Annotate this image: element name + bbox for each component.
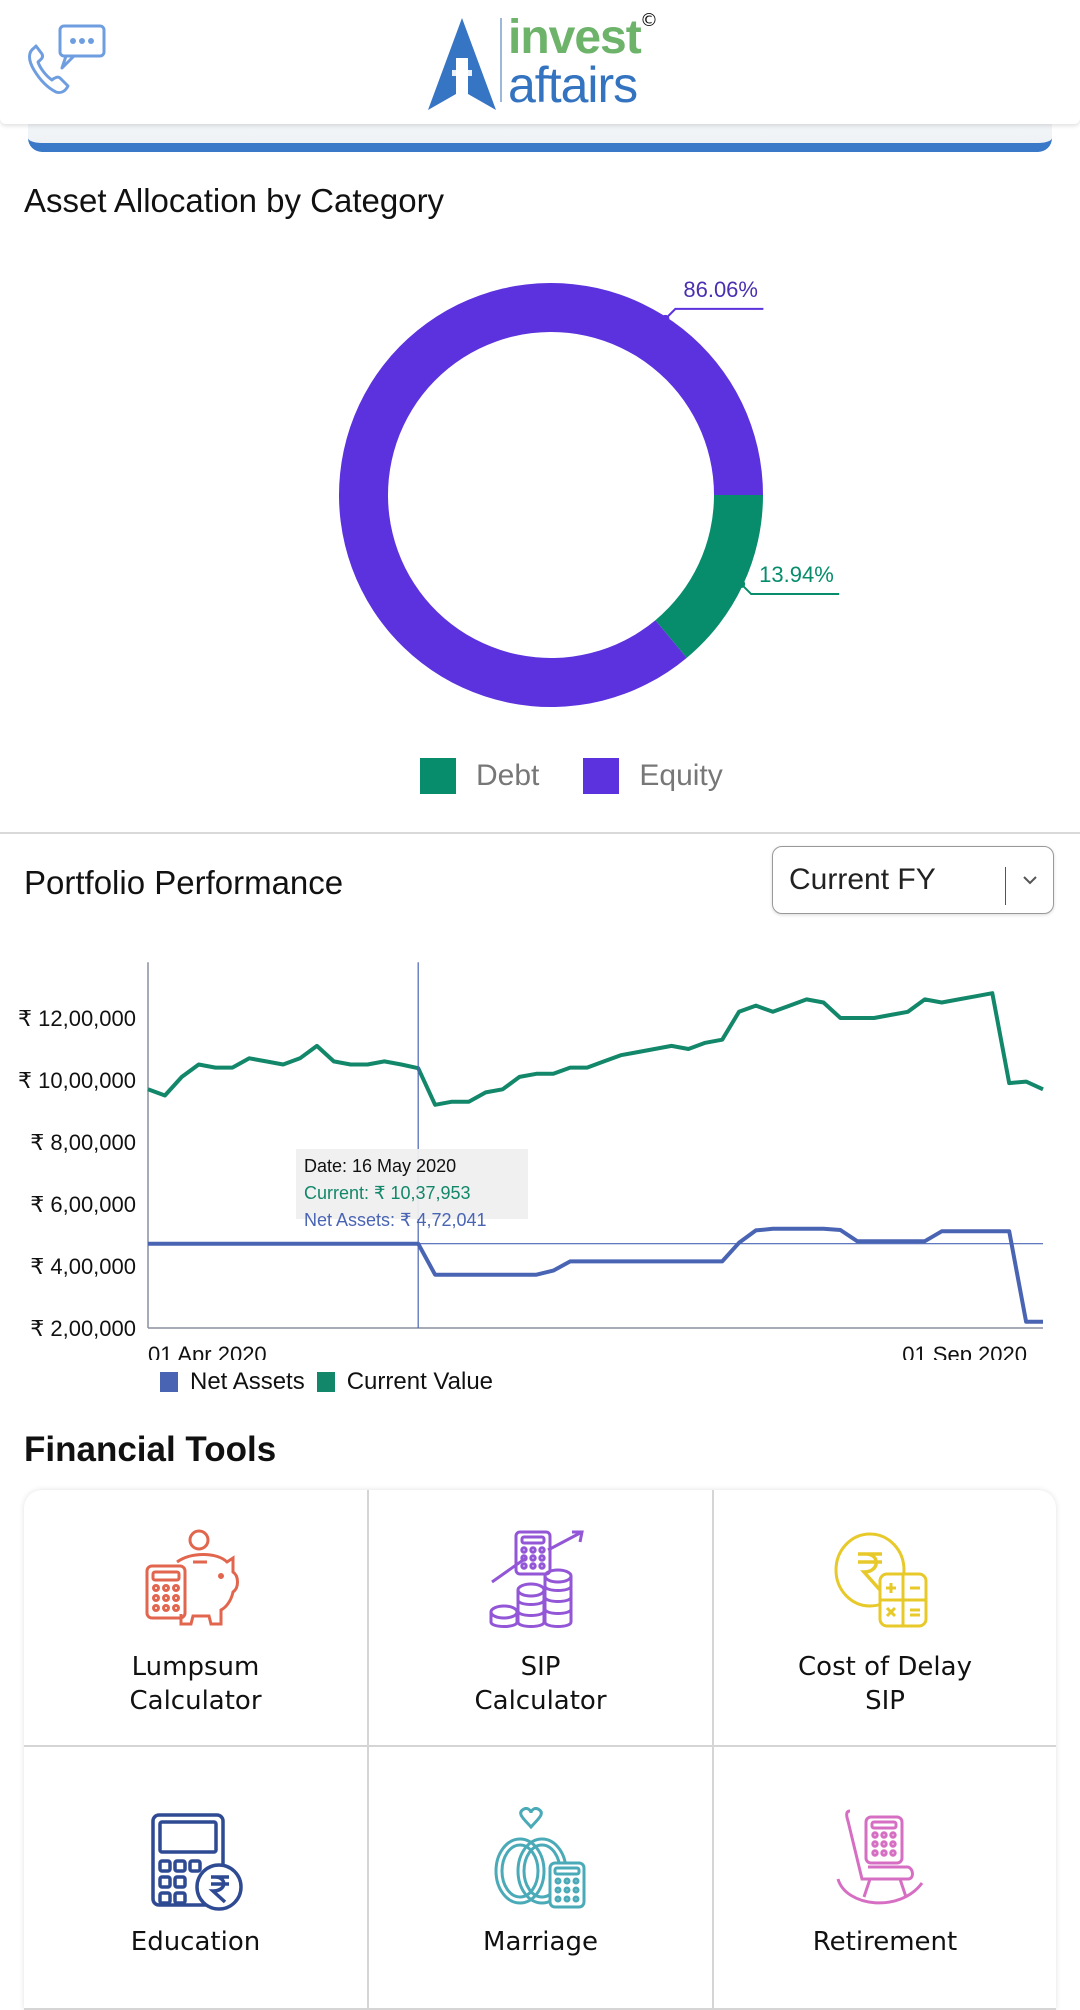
y-tick-label: ₹ 10,00,000 bbox=[18, 1068, 136, 1093]
logo-divider bbox=[500, 18, 502, 102]
period-select-value: Current FY bbox=[789, 863, 936, 897]
rocking-chair-calculator-icon bbox=[830, 1807, 940, 1917]
donut-data-label-equity: 86.06% bbox=[683, 277, 758, 302]
tool-education[interactable]: Education bbox=[24, 1747, 369, 2010]
period-select[interactable]: Current FY bbox=[772, 846, 1054, 914]
tool-label: Lumpsum Calculator bbox=[24, 1650, 367, 1718]
legend-item-net-assets[interactable]: Net Assets bbox=[160, 1368, 305, 1396]
logo-text-affairs: aftairs bbox=[508, 56, 637, 114]
rupee-coin-calculator-icon bbox=[830, 1528, 940, 1638]
tool-label: SIP Calculator bbox=[369, 1650, 712, 1718]
legend-item-equity[interactable]: Equity bbox=[583, 758, 722, 794]
tool-label: Retirement bbox=[714, 1925, 1056, 1959]
coins-growth-calculator-icon bbox=[486, 1528, 596, 1638]
chart-tooltip: Date: 16 May 2020 Current: ₹ 10,37,953 Net… bbox=[296, 1149, 528, 1230]
x-tick-label: 01 Sep 2020 bbox=[902, 1342, 1027, 1360]
contact-button[interactable] bbox=[26, 24, 106, 96]
tool-lumpsum-calculator[interactable]: Lumpsum Calculator bbox=[24, 1490, 369, 1747]
series-line-net-assets[interactable] bbox=[148, 1229, 1043, 1322]
piggy-bank-calculator-icon bbox=[141, 1528, 251, 1638]
tool-cost-of-delay-sip[interactable]: Cost of Delay SIP bbox=[714, 1490, 1056, 1747]
chevron-down-icon bbox=[1017, 867, 1043, 893]
tooltip-net-assets: Net Assets: ₹ 4,72,041 bbox=[304, 1210, 487, 1230]
legend-swatch-equity bbox=[583, 758, 619, 794]
brand-logo[interactable]: invest aftairs © bbox=[420, 10, 660, 110]
tooltip-current: Current: ₹ 10,37,953 bbox=[304, 1183, 471, 1203]
copyright-mark: © bbox=[640, 10, 658, 31]
section-divider bbox=[0, 832, 1080, 834]
legend-label-equity: Equity bbox=[639, 759, 722, 793]
legend-swatch-current-value bbox=[317, 1372, 335, 1392]
y-tick-label: ₹ 6,00,000 bbox=[30, 1192, 136, 1217]
donut-slice-debt[interactable] bbox=[655, 495, 763, 658]
asset-allocation-legend: Debt Equity bbox=[420, 758, 767, 794]
education-calculator-icon bbox=[141, 1807, 251, 1917]
y-tick-label: ₹ 4,00,000 bbox=[30, 1254, 136, 1279]
portfolio-performance-chart[interactable]: ₹ 2,00,000 ₹ 4,00,000 ₹ 6,00,000 ₹ 8,00,000… bbox=[0, 950, 1080, 1360]
x-tick-label: 01 Apr 2020 bbox=[148, 1342, 267, 1360]
donut-data-label-debt: 13.94% bbox=[759, 562, 834, 587]
wedding-rings-calculator-icon bbox=[486, 1807, 596, 1917]
financial-tools-grid: Lumpsum Calculator SIP Calculator Cost o… bbox=[24, 1490, 1056, 2010]
tool-label: Marriage bbox=[369, 1925, 712, 1959]
phone-chat-icon bbox=[26, 24, 106, 96]
tooltip-date: Date: 16 May 2020 bbox=[304, 1156, 456, 1176]
legend-label-debt: Debt bbox=[476, 759, 539, 793]
legend-item-current-value[interactable]: Current Value bbox=[317, 1368, 493, 1396]
label-leader-line bbox=[665, 309, 763, 319]
period-select-separator bbox=[1005, 867, 1006, 905]
y-tick-label: ₹ 2,00,000 bbox=[30, 1316, 136, 1341]
asset-allocation-chart: 13.94% 86.06% bbox=[0, 230, 1080, 730]
logo-a-mark-icon bbox=[424, 14, 500, 114]
series-line-current-value[interactable] bbox=[148, 993, 1043, 1105]
asset-allocation-title: Asset Allocation by Category bbox=[24, 182, 444, 220]
legend-swatch-debt bbox=[420, 758, 456, 794]
tool-label: Education bbox=[24, 1925, 367, 1959]
portfolio-legend: Net Assets Current Value bbox=[160, 1368, 505, 1396]
legend-label-net-assets: Net Assets bbox=[190, 1368, 305, 1396]
portfolio-performance-title: Portfolio Performance bbox=[24, 864, 343, 902]
legend-label-current-value: Current Value bbox=[347, 1368, 493, 1396]
app-header: invest aftairs © bbox=[0, 0, 1080, 124]
tool-sip-calculator[interactable]: SIP Calculator bbox=[369, 1490, 714, 1747]
y-tick-label: ₹ 12,00,000 bbox=[18, 1006, 136, 1031]
tool-retirement[interactable]: Retirement bbox=[714, 1747, 1056, 2010]
tool-marriage[interactable]: Marriage bbox=[369, 1747, 714, 2010]
legend-swatch-net-assets bbox=[160, 1372, 178, 1392]
y-tick-label: ₹ 8,00,000 bbox=[30, 1130, 136, 1155]
financial-tools-title: Financial Tools bbox=[24, 1430, 276, 1470]
tool-label: Cost of Delay SIP bbox=[714, 1650, 1056, 1718]
legend-item-debt[interactable]: Debt bbox=[420, 758, 539, 794]
